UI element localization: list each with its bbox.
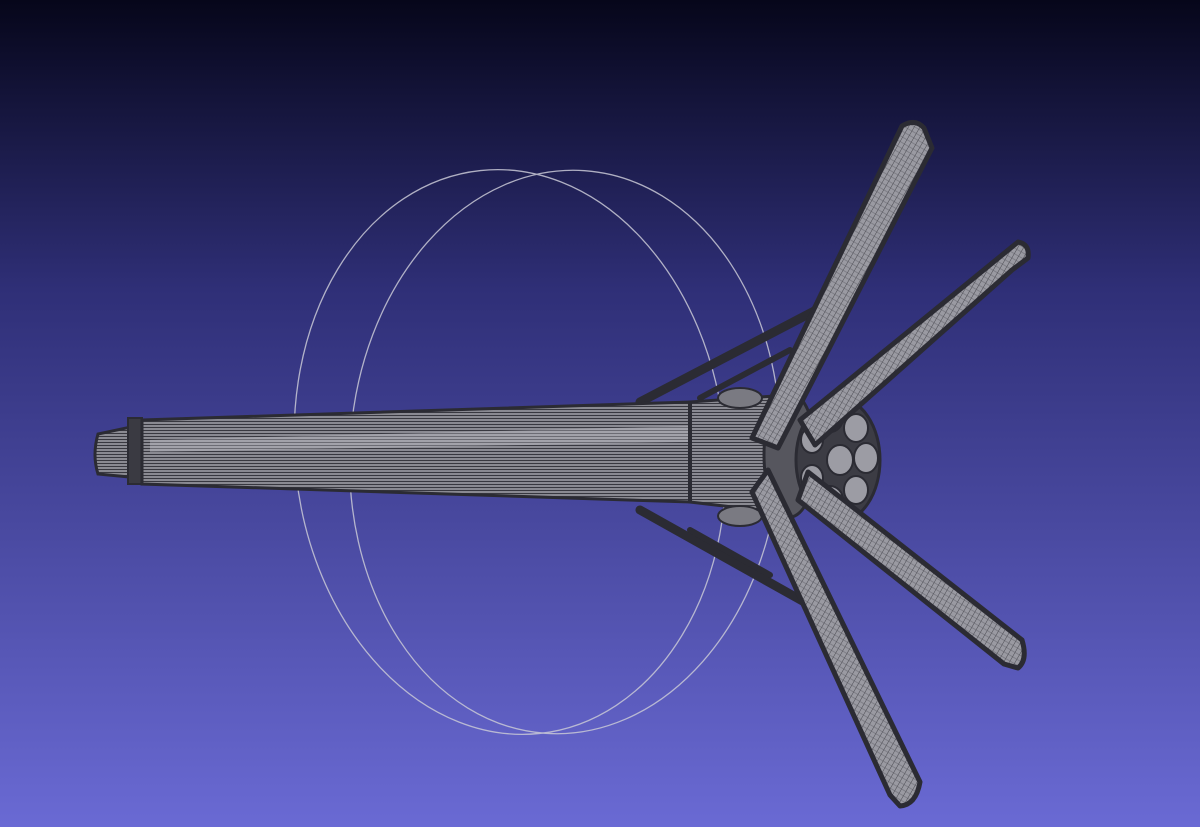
3d-viewport[interactable] xyxy=(0,0,1200,827)
rocket-main-tank xyxy=(140,400,692,504)
mesh-render-canvas[interactable] xyxy=(0,0,1200,827)
